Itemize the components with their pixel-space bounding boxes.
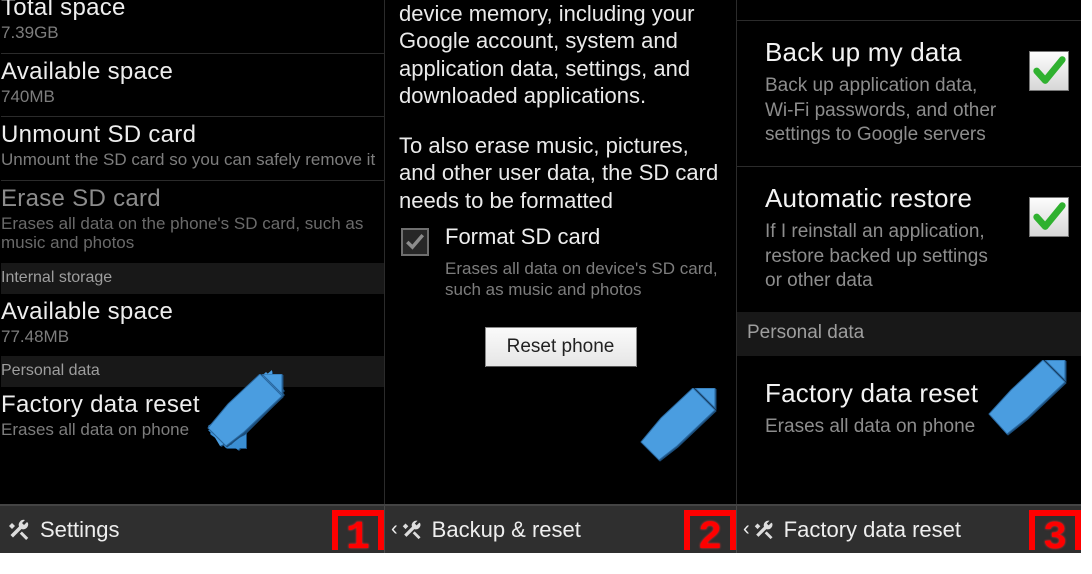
breadcrumb-bar: Settings 1 ‹ Backup & reset 2 ‹ Factory … xyxy=(0,504,1081,553)
available-space-item[interactable]: Available space 740MB xyxy=(1,54,384,117)
item-value: 7.39GB xyxy=(1,23,384,43)
factory-reset-item[interactable]: Factory data reset Erases all data on ph… xyxy=(1,387,384,450)
back-icon[interactable]: ‹ xyxy=(743,518,750,541)
item-title: Factory data reset xyxy=(1,391,384,419)
breadcrumb-factory-reset[interactable]: ‹ Factory data reset 3 xyxy=(736,506,1081,553)
breadcrumb-label: Backup & reset xyxy=(432,517,581,543)
factory-reset-confirm-panel: All data will be erased from device memo… xyxy=(384,0,736,504)
wrench-icon xyxy=(6,517,32,543)
item-title: Total space xyxy=(1,0,384,22)
section-header-personal: Personal data xyxy=(1,356,384,387)
format-sd-checkbox-row[interactable]: Format SD card Erases all data on device… xyxy=(385,214,736,301)
warning-text: All data will be erased from device memo… xyxy=(385,0,736,110)
breadcrumb-label: Settings xyxy=(40,517,120,543)
item-title: Automatic restore xyxy=(765,183,1059,214)
item-title: Available space xyxy=(1,298,384,326)
checkbox-icon[interactable] xyxy=(401,228,429,256)
wrench-icon xyxy=(752,518,776,542)
section-header-internal: Internal storage xyxy=(1,263,384,294)
item-value: 740MB xyxy=(1,87,384,107)
item-sub: Back up application data, Wi-Fi password… xyxy=(765,74,1059,148)
step-number: 1 xyxy=(346,516,370,561)
backup-my-data-item[interactable]: Back up my data Back up application data… xyxy=(737,21,1081,166)
storage-settings-panel: Total space 7.39GB Available space 740MB… xyxy=(0,0,384,504)
pointer-arrow-icon xyxy=(985,360,1069,440)
step-number: 2 xyxy=(698,516,722,561)
item-sub: Unmount the SD card so you can safely re… xyxy=(1,150,384,170)
item-value: 77.48MB xyxy=(1,327,384,347)
pointer-arrow-icon xyxy=(204,374,284,452)
backup-reset-panel: Back up my data Back up application data… xyxy=(736,0,1081,504)
step-number: 3 xyxy=(1043,516,1067,561)
checkbox-checked-icon[interactable] xyxy=(1029,197,1069,237)
available-space-internal-item[interactable]: Available space 77.48MB xyxy=(1,294,384,357)
pointer-arrow-icon xyxy=(637,388,717,466)
unmount-sd-item[interactable]: Unmount SD card Unmount the SD card so y… xyxy=(1,117,384,180)
screens-row: Total space 7.39GB Available space 740MB… xyxy=(0,0,1081,504)
section-header-personal: Personal data xyxy=(737,312,1081,356)
erase-sd-item[interactable]: Erase SD card Erases all data on the pho… xyxy=(1,181,384,263)
item-sub: Erases all data on the phone's SD card, … xyxy=(1,214,384,253)
item-title: Available space xyxy=(1,58,384,86)
automatic-restore-item[interactable]: Automatic restore If I reinstall an appl… xyxy=(737,167,1081,312)
breadcrumb-settings[interactable]: Settings 1 xyxy=(0,506,384,553)
checkbox-sub: Erases all data on device's SD card, suc… xyxy=(445,258,720,301)
warning-text-sd: To also erase music, pictures, and other… xyxy=(385,132,736,215)
item-sub: If I reinstall an application, restore b… xyxy=(765,220,1059,294)
reset-phone-button[interactable]: Reset phone xyxy=(485,327,637,367)
total-space-item[interactable]: Total space 7.39GB xyxy=(1,0,384,53)
item-title: Back up my data xyxy=(765,37,1059,68)
item-sub: Erases all data on phone xyxy=(1,420,384,440)
wrench-icon xyxy=(400,518,424,542)
checkbox-title: Format SD card xyxy=(445,224,720,250)
checkbox-checked-icon[interactable] xyxy=(1029,51,1069,91)
item-title: Unmount SD card xyxy=(1,121,384,149)
button-label: Reset phone xyxy=(507,336,615,358)
item-title: Erase SD card xyxy=(1,185,384,213)
breadcrumb-label: Factory data reset xyxy=(784,517,961,543)
back-icon[interactable]: ‹ xyxy=(391,518,398,541)
breadcrumb-backup-reset[interactable]: ‹ Backup & reset 2 xyxy=(384,506,736,553)
